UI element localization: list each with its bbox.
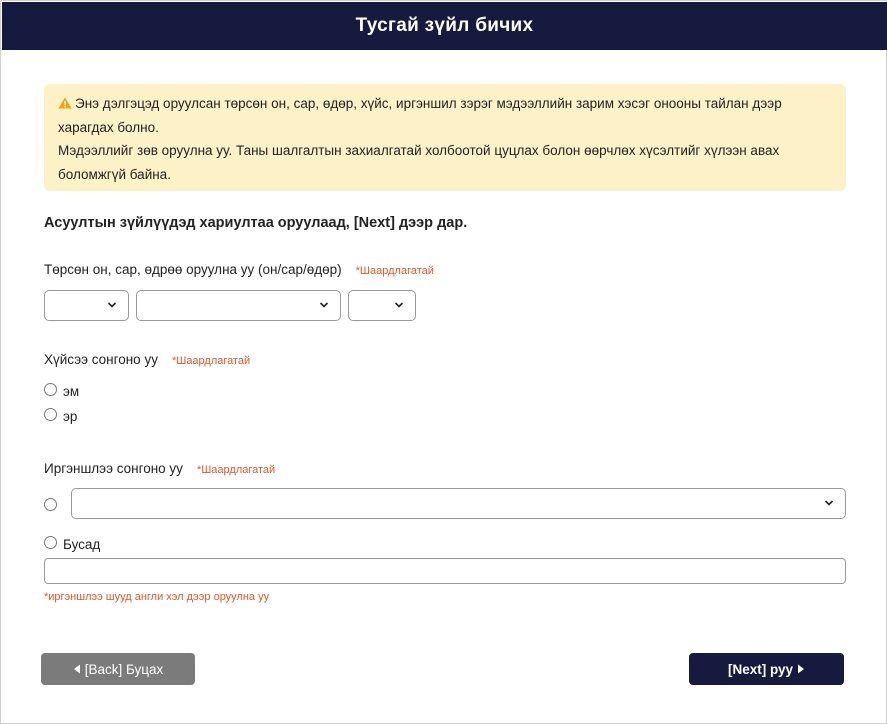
gender-radio-female[interactable] bbox=[44, 383, 57, 396]
next-button-label: [Next] руу bbox=[727, 661, 794, 677]
nationality-hint: *иргэншлээ шууд англи хэл дээр оруулна у… bbox=[44, 591, 270, 603]
chevron-down-icon bbox=[824, 500, 834, 506]
chevron-down-icon bbox=[319, 302, 329, 308]
nationality-question: Иргэншлээ сонгоно уу *Шаардлагатай bbox=[44, 461, 275, 476]
page-frame: Тусгай зүйл бичих Энэ дэлгэцэд оруулсан … bbox=[0, 0, 887, 724]
gender-required: *Шаардлагатай bbox=[171, 355, 251, 367]
nationality-label: Иргэншлээ сонгоно уу bbox=[44, 461, 183, 476]
birthdate-required: *Шаардлагатай bbox=[355, 265, 434, 277]
birthdate-question: Төрсөн он, сар, өдрөө оруулна уу (он/сар… bbox=[44, 262, 434, 277]
chevron-down-icon bbox=[394, 302, 404, 308]
gender-question: Хүйсээ сонгоно уу *Шаардлагатай bbox=[44, 352, 250, 367]
caret-right-icon bbox=[798, 664, 805, 674]
notice-line-2: харагдах болно. bbox=[58, 119, 159, 135]
birth-year-select[interactable] bbox=[44, 290, 129, 321]
page-title: Тусгай зүйл бичих bbox=[355, 15, 534, 36]
back-button-label: [Back] Буцах bbox=[84, 661, 164, 677]
nationality-radio-list[interactable] bbox=[44, 498, 57, 511]
nationality-radio-other[interactable] bbox=[44, 536, 57, 549]
gender-option-male: эр bbox=[63, 409, 78, 424]
notice-line-3: Мэдээллийг зөв оруулна уу. Таны шалгалты… bbox=[58, 143, 780, 158]
caret-left-icon bbox=[73, 664, 80, 674]
birthdate-label: Төрсөн он, сар, өдрөө оруулна уу (он/сар… bbox=[44, 262, 342, 277]
birth-day-select[interactable] bbox=[348, 290, 416, 321]
gender-radio-male[interactable] bbox=[44, 408, 57, 421]
warning-icon bbox=[58, 97, 72, 109]
nationality-select[interactable] bbox=[71, 488, 846, 519]
notice-line-1: Энэ дэлгэцэд оруулсан төрсөн он, сар, өд… bbox=[58, 92, 832, 116]
birth-month-select[interactable] bbox=[136, 290, 341, 321]
gender-option-female: эм bbox=[63, 384, 80, 399]
back-button[interactable]: [Back] Буцах bbox=[41, 653, 195, 685]
nationality-other-label: Бусад bbox=[63, 537, 101, 552]
instruction-text: Асуултын зүйлүүдэд хариултаа оруулаад, [… bbox=[44, 215, 468, 231]
chevron-down-icon bbox=[107, 302, 117, 308]
notice-line-4: боломжгүй байна. bbox=[58, 166, 171, 182]
next-button[interactable]: [Next] руу bbox=[689, 653, 844, 685]
notice-box: Энэ дэлгэцэд оруулсан төрсөн он, сар, өд… bbox=[44, 84, 846, 191]
nationality-other-input[interactable] bbox=[44, 558, 846, 584]
nationality-required: *Шаардлагатай bbox=[196, 464, 276, 476]
page-header: Тусгай зүйл бичих bbox=[2, 2, 887, 50]
gender-label: Хүйсээ сонгоно уу bbox=[44, 352, 158, 367]
